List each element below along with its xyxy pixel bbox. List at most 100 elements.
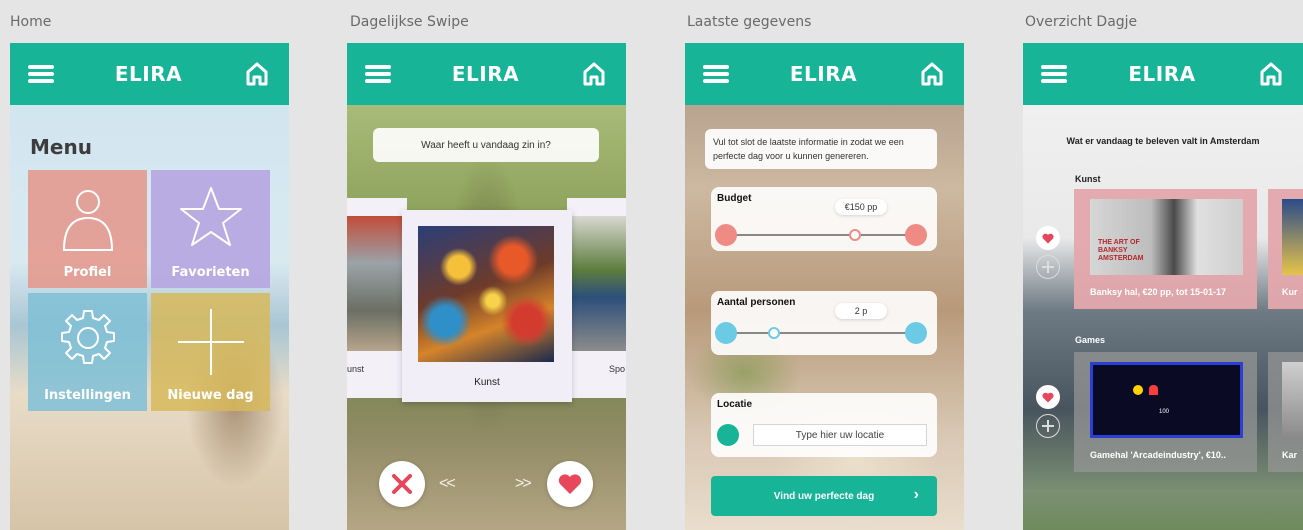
- budget-title: Budget: [717, 193, 752, 204]
- persons-track: [725, 332, 915, 334]
- artboard-title-home: Home: [10, 14, 52, 30]
- swipe-card[interactable]: Kunst: [402, 210, 572, 402]
- artboard-title-swipe: Dagelijkse Swipe: [350, 14, 469, 30]
- market-image: [347, 216, 407, 351]
- event-caption: Gamehal 'Arcadeindustry', €10..: [1090, 450, 1226, 460]
- favorite-button[interactable]: [1036, 385, 1060, 409]
- brand-logo: ELIRA: [1128, 62, 1196, 86]
- heart-icon: [558, 474, 582, 494]
- home-icon[interactable]: [918, 60, 946, 88]
- appbar: ELIRA: [10, 43, 289, 105]
- banksy-poster-text: THE ART OF BANKSY AMSTERDAM: [1098, 239, 1144, 262]
- painting-image: [418, 226, 554, 362]
- pacman-sprite: [1133, 385, 1143, 395]
- pacman-image: 100: [1090, 362, 1243, 438]
- location-input[interactable]: Type hier uw locatie: [753, 424, 927, 446]
- tile-favorieten[interactable]: Favorieten: [151, 170, 270, 288]
- menu-title: Menu: [30, 135, 92, 159]
- heart-icon: [1042, 233, 1054, 243]
- section-label-kunst: Kunst: [1075, 174, 1101, 184]
- event-peek-label: Kur: [1282, 287, 1298, 297]
- tile-label: Favorieten: [171, 265, 250, 280]
- persons-min-knob[interactable]: [715, 322, 737, 344]
- cyclists-image: [567, 216, 626, 351]
- arrows-right: >>: [515, 475, 532, 492]
- event-card-gamehal[interactable]: 100 Gamehal 'Arcadeindustry', €10..: [1074, 352, 1257, 472]
- artboard-title-form: Laatste gegevens: [687, 14, 812, 30]
- cta-label: Vind uw perfecte dag: [773, 490, 875, 502]
- event-card-peek[interactable]: Kar: [1268, 352, 1303, 472]
- phone-form: ELIRA Vul tot slot de laatste informatie…: [685, 43, 964, 530]
- phone-home: ELIRA Menu Profiel Favorieten Instelling…: [10, 43, 289, 530]
- appbar: ELIRA: [685, 43, 964, 105]
- heart-icon: [1042, 392, 1054, 402]
- close-icon: [392, 474, 412, 494]
- score-text: 100: [1159, 409, 1170, 415]
- side-card-left[interactable]: unst: [347, 198, 407, 398]
- brand-logo: ELIRA: [451, 62, 520, 86]
- tile-label: Nieuwe dag: [167, 388, 254, 403]
- hamburger-icon[interactable]: [703, 65, 729, 83]
- budget-max-knob[interactable]: [905, 224, 927, 246]
- event-peek-label: Kar: [1282, 450, 1298, 460]
- chevron-right-icon: ›: [913, 486, 919, 503]
- appbar: ELIRA: [1023, 43, 1303, 105]
- find-day-button[interactable]: Vind uw perfecte dag ›: [711, 476, 937, 516]
- overview-title: Wat er vandaag te beleven valt in Amster…: [1066, 136, 1260, 146]
- arrows-left: <<: [439, 475, 456, 492]
- side-card-right[interactable]: Spo: [567, 198, 626, 398]
- user-icon: [62, 190, 113, 251]
- location-pin-icon: [717, 424, 739, 446]
- budget-min-knob[interactable]: [715, 224, 737, 246]
- brand-logo: ELIRA: [114, 62, 183, 86]
- hamburger-icon[interactable]: [28, 65, 54, 83]
- plus-icon: [177, 309, 244, 375]
- brand-logo: ELIRA: [789, 62, 858, 86]
- tile-nieuwe-dag[interactable]: Nieuwe dag: [151, 293, 270, 411]
- add-button[interactable]: [1036, 255, 1060, 279]
- star-icon: [179, 187, 242, 246]
- tile-profiel[interactable]: Profiel: [28, 170, 147, 288]
- hamburger-icon[interactable]: [1041, 65, 1067, 83]
- home-icon[interactable]: [580, 60, 608, 88]
- persons-title: Aantal personen: [717, 297, 796, 308]
- peek-image: [1282, 362, 1303, 438]
- phone-overview: ELIRA Wat er vandaag te beleven valt in …: [1023, 43, 1303, 530]
- plus-icon: [1042, 420, 1054, 432]
- budget-value: €150 pp: [835, 199, 887, 215]
- gear-icon: [60, 310, 115, 364]
- add-button[interactable]: [1036, 414, 1060, 438]
- ghost-sprite: [1149, 385, 1158, 395]
- side-card-label: Spo: [608, 364, 625, 374]
- reject-button[interactable]: [379, 461, 425, 507]
- home-icon[interactable]: [1257, 60, 1285, 88]
- budget-track: [725, 234, 915, 236]
- hamburger-icon[interactable]: [365, 65, 391, 83]
- plus-icon: [1042, 261, 1054, 273]
- card-label: Kunst: [474, 377, 500, 388]
- question-box: Waar heeft u vandaag zin in?: [373, 128, 599, 162]
- persons-max-knob[interactable]: [905, 322, 927, 344]
- artboard-title-overview: Overzicht Dagje: [1025, 14, 1138, 30]
- favorite-button[interactable]: [1036, 226, 1060, 250]
- persons-card: Aantal personen 2 p: [711, 291, 937, 355]
- event-caption: Banksy hal, €20 pp, tot 15-01-17: [1090, 287, 1227, 297]
- persons-slider-thumb[interactable]: [768, 327, 780, 339]
- side-card-label: unst: [347, 364, 365, 374]
- phone-swipe: ELIRA Waar heeft u vandaag zin in? unst …: [347, 43, 626, 530]
- banksy-image: THE ART OF BANKSY AMSTERDAM: [1090, 199, 1243, 275]
- tile-label: Instellingen: [44, 388, 131, 403]
- budget-slider-thumb[interactable]: [849, 229, 861, 241]
- tile-label: Profiel: [63, 265, 112, 280]
- tile-instellingen[interactable]: Instellingen: [28, 293, 147, 411]
- location-card: Locatie Type hier uw locatie: [711, 393, 937, 457]
- home-icon[interactable]: [243, 60, 271, 88]
- starry-night-image: [1282, 199, 1303, 275]
- event-card-banksy[interactable]: THE ART OF BANKSY AMSTERDAM Banksy hal, …: [1074, 189, 1257, 309]
- persons-value: 2 p: [835, 303, 887, 319]
- event-card-peek[interactable]: Kur: [1268, 189, 1303, 309]
- location-title: Locatie: [717, 399, 753, 410]
- section-label-games: Games: [1075, 335, 1106, 345]
- intro-text: Vul tot slot de laatste informatie in zo…: [705, 129, 937, 169]
- like-button[interactable]: [547, 461, 593, 507]
